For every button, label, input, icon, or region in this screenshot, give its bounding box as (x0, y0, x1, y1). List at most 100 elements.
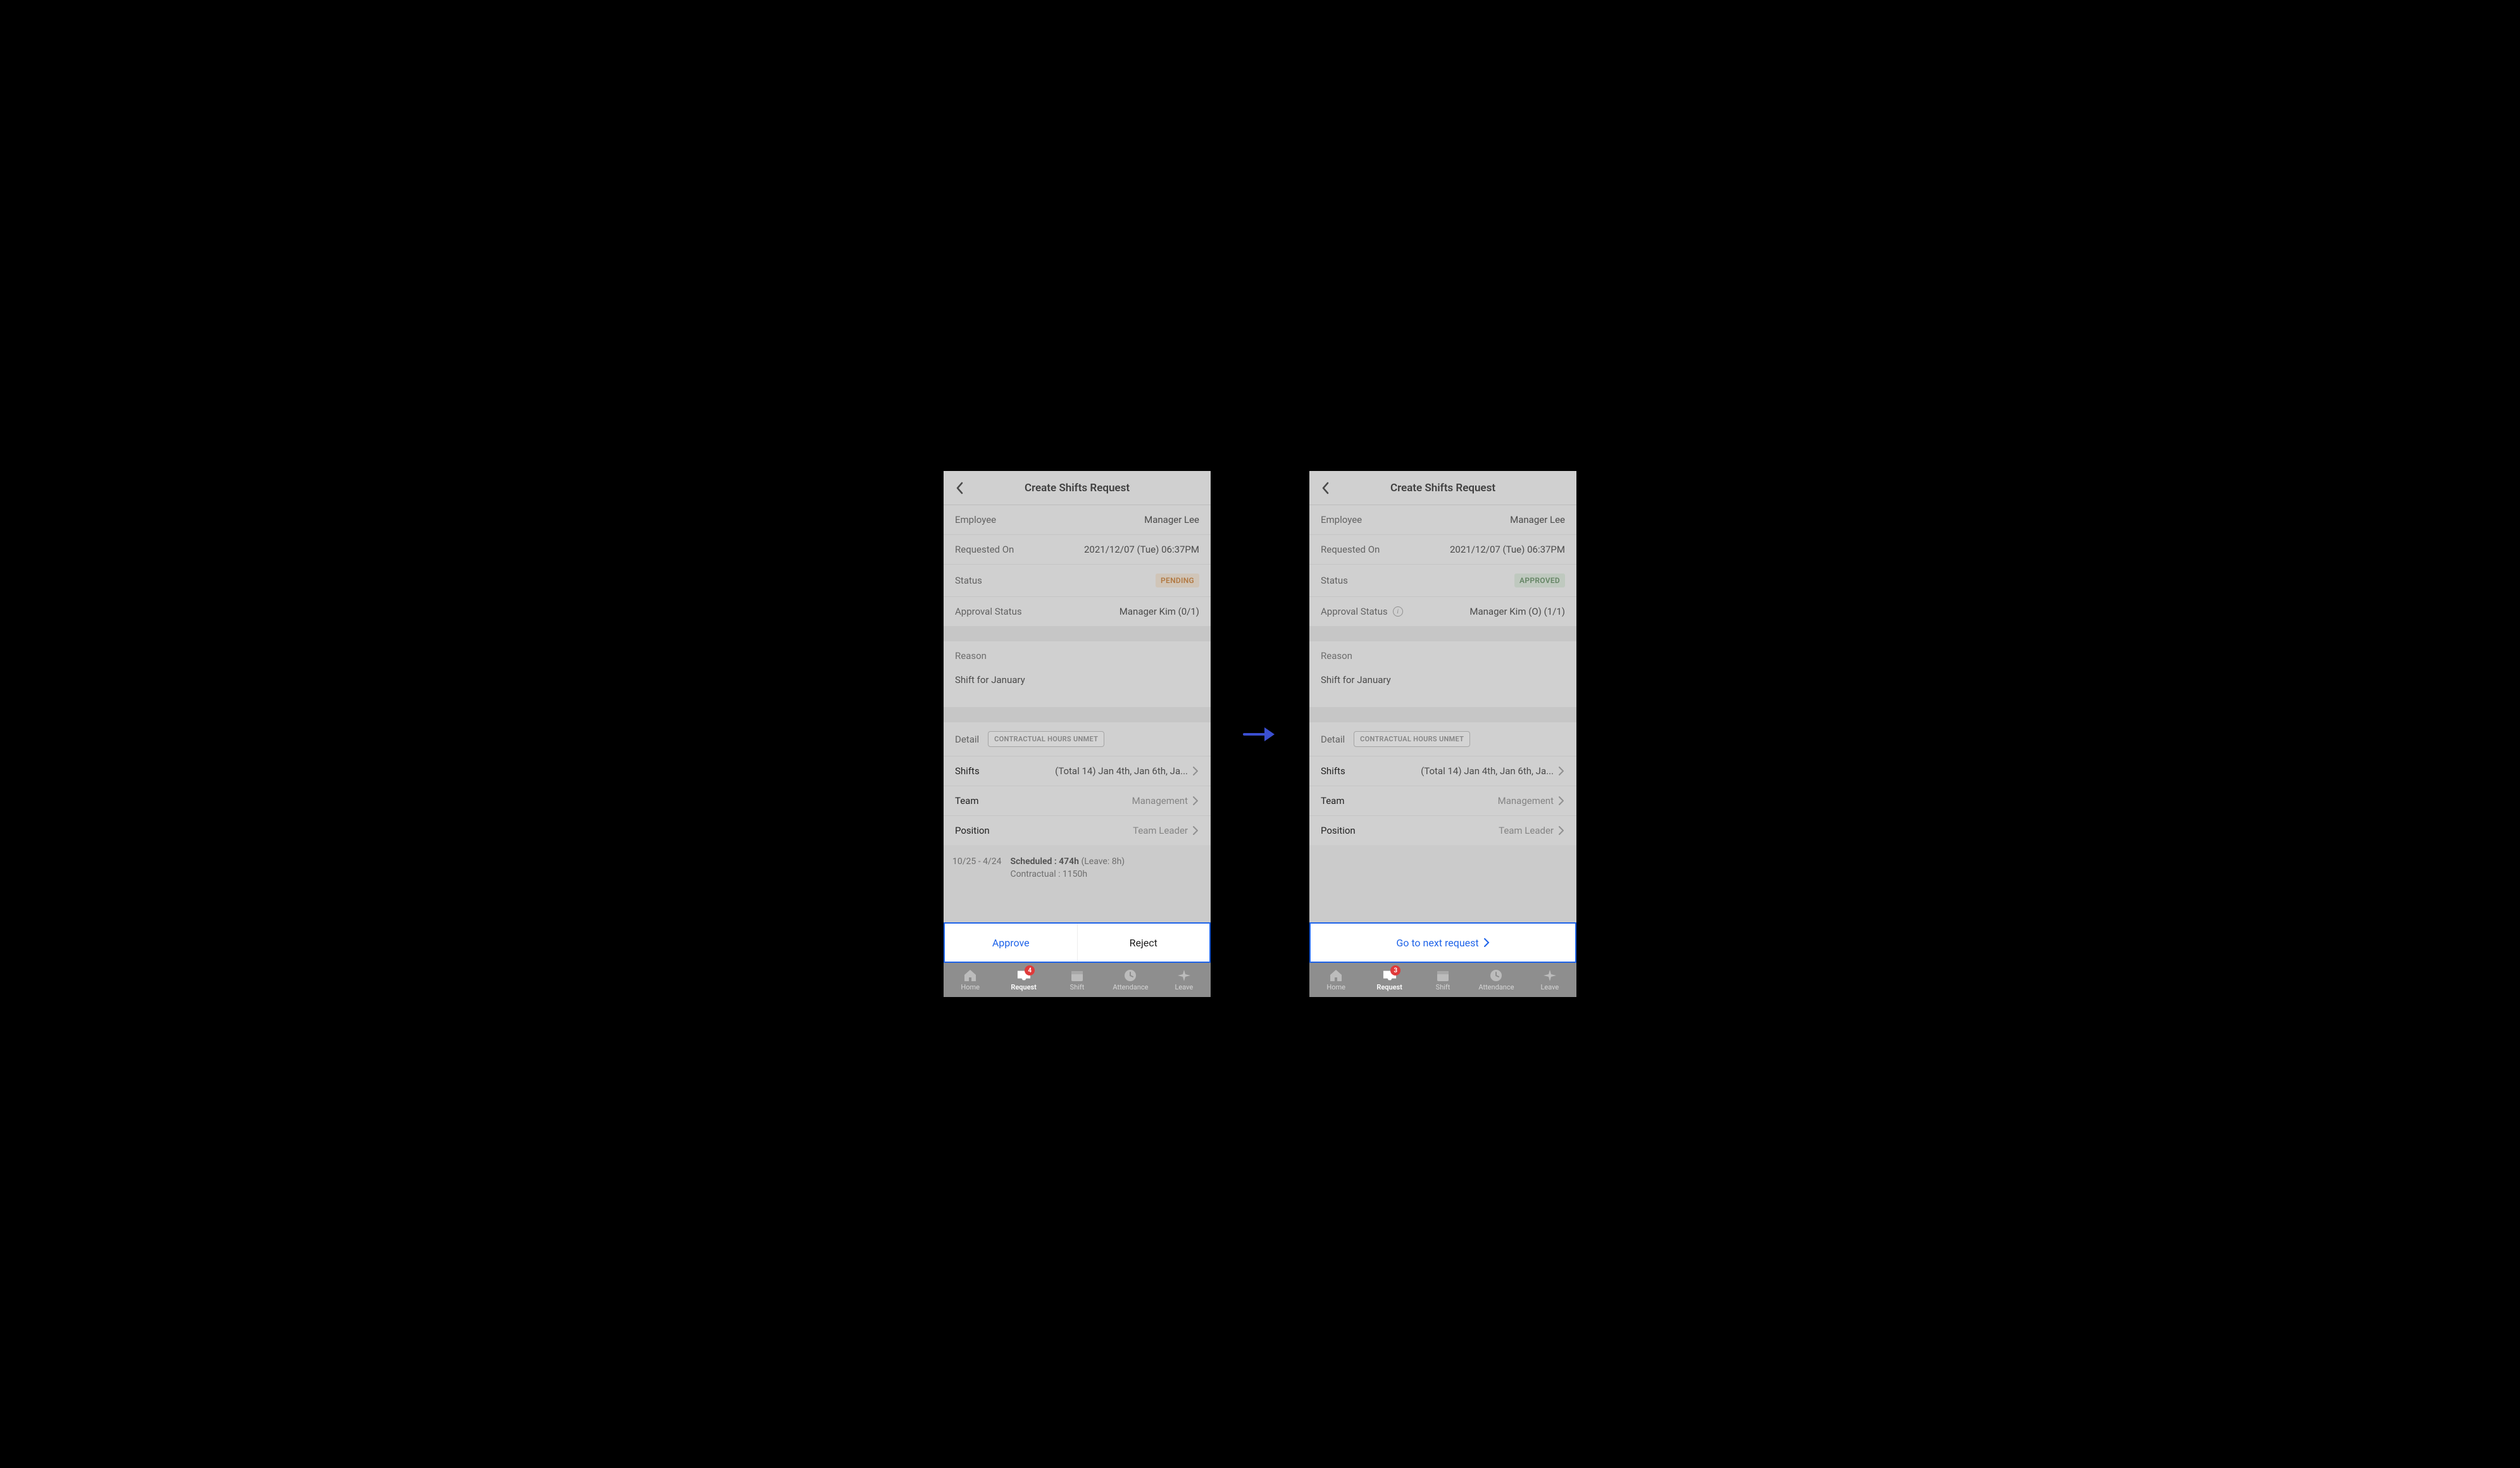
requested-on-label: Requested On (1321, 544, 1380, 555)
notification-badge: 4 (1025, 965, 1035, 976)
header: Create Shifts Request (944, 471, 1211, 505)
reason-section: Reason Shift for January (944, 641, 1211, 707)
row-employee: Employee Manager Lee (944, 505, 1211, 535)
reason-label: Reason (955, 650, 1199, 662)
action-bar: Approve Reject (944, 922, 1211, 963)
tab-request[interactable]: 3 Request (1363, 963, 1416, 997)
team-value: Management (1498, 795, 1554, 806)
employee-value: Manager Lee (1510, 514, 1565, 525)
status-label: Status (1321, 575, 1348, 586)
tab-leave[interactable]: Leave (1523, 963, 1576, 997)
chevron-left-icon (956, 482, 964, 494)
go-to-next-request-button[interactable]: Go to next request (1311, 924, 1575, 962)
row-shifts[interactable]: Shifts (Total 14) Jan 4th, Jan 6th, Ja..… (944, 756, 1211, 786)
row-position[interactable]: Position Team Leader (944, 816, 1211, 845)
shifts-label: Shifts (955, 765, 980, 777)
tab-leave[interactable]: Leave (1157, 963, 1211, 997)
row-position[interactable]: Position Team Leader (1309, 816, 1576, 845)
detail-header: Detail CONTRACTUAL HOURS UNMET (944, 722, 1211, 756)
tab-attendance[interactable]: Attendance (1469, 963, 1523, 997)
team-label: Team (1321, 795, 1345, 806)
status-badge-approved: APPROVED (1514, 574, 1565, 587)
page-title: Create Shifts Request (944, 482, 1211, 494)
chevron-right-icon (1559, 767, 1565, 775)
tab-home[interactable]: Home (1309, 963, 1363, 997)
requested-on-value: 2021/12/07 (Tue) 06:37PM (1084, 544, 1199, 555)
team-label: Team (955, 795, 979, 806)
home-icon (1329, 969, 1343, 982)
tab-label: Attendance (1113, 983, 1148, 991)
header: Create Shifts Request (1309, 471, 1576, 505)
position-label: Position (1321, 825, 1356, 836)
position-value: Team Leader (1133, 825, 1188, 836)
tab-attendance[interactable]: Attendance (1104, 963, 1157, 997)
tab-bar: Home 4 Request Shift Attendance Leave (944, 963, 1211, 997)
contractual-hours-chip: CONTRACTUAL HOURS UNMET (1354, 731, 1470, 747)
shifts-label: Shifts (1321, 765, 1345, 777)
employee-label: Employee (955, 514, 996, 525)
row-team[interactable]: Team Management (944, 786, 1211, 816)
detail-label: Detail (1321, 734, 1345, 745)
back-button[interactable] (1317, 479, 1335, 497)
row-shifts[interactable]: Shifts (Total 14) Jan 4th, Jan 6th, Ja..… (1309, 756, 1576, 786)
requested-on-label: Requested On (955, 544, 1014, 555)
home-icon (963, 969, 977, 982)
tab-label: Leave (1540, 983, 1559, 991)
leave-hours: (Leave: 8h) (1081, 856, 1125, 867)
tab-label: Request (1376, 983, 1402, 991)
phone-right: Create Shifts Request Employee Manager L… (1309, 471, 1576, 997)
calendar-icon (1070, 969, 1084, 982)
row-status: Status APPROVED (1309, 565, 1576, 597)
chevron-right-icon (1484, 938, 1490, 947)
status-badge-pending: PENDING (1156, 574, 1199, 587)
tab-label: Home (1326, 983, 1345, 991)
section-gap (944, 626, 1211, 641)
reason-label: Reason (1321, 650, 1565, 662)
tab-label: Shift (1436, 983, 1450, 991)
reject-button[interactable]: Reject (1078, 924, 1210, 962)
shifts-value: (Total 14) Jan 4th, Jan 6th, Ja... (1421, 765, 1554, 777)
hours-summary: 10/25 - 4/24 Scheduled : 474h (Leave: 8h… (944, 845, 1211, 922)
phone-left: Create Shifts Request Employee Manager L… (944, 471, 1211, 997)
chevron-left-icon (1321, 482, 1330, 494)
spacer (1309, 845, 1576, 922)
tab-shift[interactable]: Shift (1416, 963, 1469, 997)
tab-label: Attendance (1478, 983, 1514, 991)
date-range: 10/25 - 4/24 (952, 856, 1001, 905)
row-employee: Employee Manager Lee (1309, 505, 1576, 535)
approval-status-value: Manager Kim (0/1) (1120, 606, 1199, 617)
action-bar: Go to next request (1309, 922, 1576, 963)
chevron-right-icon (1559, 796, 1565, 805)
clock-icon (1489, 969, 1503, 982)
back-button[interactable] (951, 479, 969, 497)
approval-status-label: Approval Status (955, 606, 1022, 617)
row-approval-status: Approval Status i Manager Kim (O) (1/1) (1309, 597, 1576, 626)
position-value: Team Leader (1499, 825, 1554, 836)
row-requested-on: Requested On 2021/12/07 (Tue) 06:37PM (944, 535, 1211, 565)
tab-label: Home (961, 983, 980, 991)
approve-button[interactable]: Approve (945, 924, 1078, 962)
detail-header: Detail CONTRACTUAL HOURS UNMET (1309, 722, 1576, 756)
next-request-label: Go to next request (1396, 937, 1478, 949)
chevron-right-icon (1193, 826, 1199, 835)
row-team[interactable]: Team Management (1309, 786, 1576, 816)
section-gap (1309, 626, 1576, 641)
tab-bar: Home 3 Request Shift Attendance Leave (1309, 963, 1576, 997)
clock-icon (1123, 969, 1137, 982)
info-icon[interactable]: i (1393, 606, 1403, 617)
tab-label: Leave (1175, 983, 1193, 991)
arrow-right-icon (1243, 725, 1277, 744)
tab-home[interactable]: Home (944, 963, 997, 997)
transition-arrow (1241, 725, 1279, 744)
section-gap (944, 707, 1211, 722)
employee-label: Employee (1321, 514, 1362, 525)
reason-text: Shift for January (955, 674, 1199, 698)
scheduled-hours: Scheduled : 474h (1010, 856, 1079, 867)
tab-shift[interactable]: Shift (1051, 963, 1104, 997)
chevron-right-icon (1193, 796, 1199, 805)
approval-status-value: Manager Kim (O) (1/1) (1469, 606, 1565, 617)
tab-request[interactable]: 4 Request (997, 963, 1050, 997)
reason-text: Shift for January (1321, 674, 1565, 698)
requested-on-value: 2021/12/07 (Tue) 06:37PM (1450, 544, 1565, 555)
status-label: Status (955, 575, 982, 586)
